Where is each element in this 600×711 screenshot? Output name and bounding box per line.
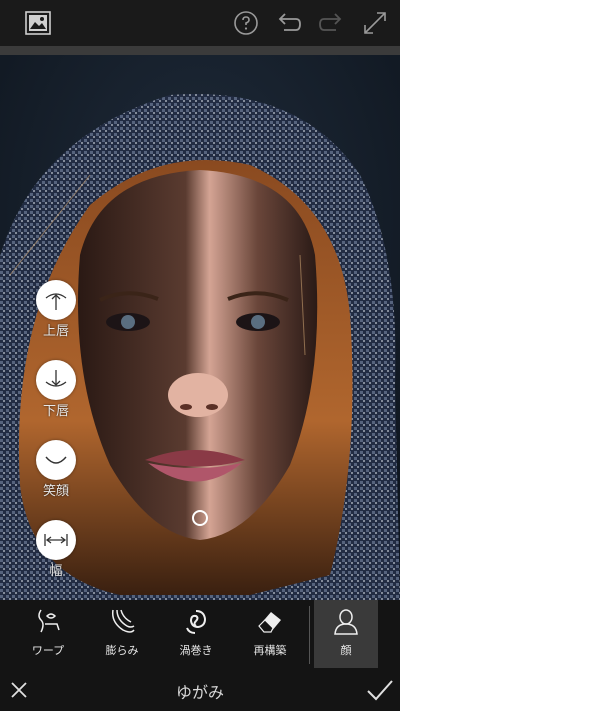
brush-cursor[interactable] [192, 510, 208, 526]
arrow-down-icon [36, 360, 76, 400]
check-icon[interactable] [366, 677, 394, 703]
gallery-icon[interactable] [25, 10, 51, 36]
tool-separator [309, 606, 310, 664]
screen-title: ゆがみ [175, 683, 224, 702]
redo-icon[interactable] [318, 10, 344, 36]
undo-icon[interactable] [276, 10, 302, 36]
liquify-tool-strip: ワープ 膨らみ 渦巻き 再構築 顔 [0, 600, 400, 670]
face-tool-smile[interactable]: 笑顔 [34, 440, 78, 499]
bloat-icon [111, 609, 135, 633]
fullscreen-icon[interactable] [362, 10, 388, 36]
tool-bloat[interactable]: 膨らみ [86, 600, 158, 668]
help-icon[interactable] [233, 10, 259, 36]
liquify-editor: 上唇 下唇 笑顔 幅 ワープ 膨らみ 渦巻き 再構築 顔 ゆがみ [0, 0, 400, 711]
smile-icon [36, 440, 76, 480]
arrow-up-icon [36, 280, 76, 320]
toolbar-divider [0, 46, 400, 55]
swirl-icon [186, 610, 207, 634]
bottom-bar: ゆがみ [0, 670, 400, 711]
face-icon [334, 609, 358, 635]
tool-swirl[interactable]: 渦巻き [160, 600, 232, 668]
width-icon [36, 520, 76, 560]
tool-label: ワープ [31, 644, 65, 657]
face-tool-label: 上唇 [42, 324, 69, 339]
face-tool-label: 幅 [49, 564, 63, 579]
face-tool-label: 下唇 [42, 404, 69, 419]
tool-warp[interactable]: ワープ [12, 600, 84, 668]
top-toolbar [0, 0, 400, 46]
warp-icon [38, 609, 60, 633]
eraser-icon [258, 612, 281, 633]
face-tool-width[interactable]: 幅 [34, 520, 78, 579]
tool-reconstruct[interactable]: 再構築 [234, 600, 306, 668]
tool-label: 渦巻き [179, 644, 213, 657]
tool-label: 再構築 [253, 644, 287, 657]
face-tool-label: 笑顔 [42, 484, 69, 499]
face-tool-lower-lip[interactable]: 下唇 [34, 360, 78, 419]
face-tool-upper-lip[interactable]: 上唇 [34, 280, 78, 339]
photo-canvas[interactable]: 上唇 下唇 笑顔 幅 [0, 55, 400, 600]
tool-label: 膨らみ [105, 644, 139, 657]
tool-face[interactable]: 顔 [314, 600, 378, 668]
tool-label: 顔 [340, 644, 352, 657]
